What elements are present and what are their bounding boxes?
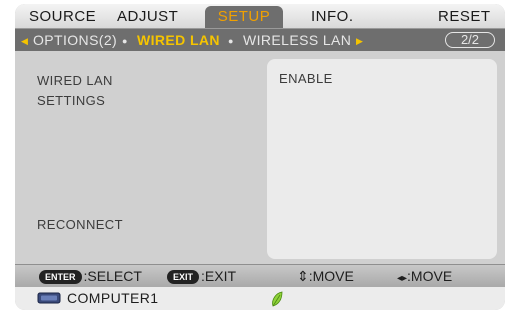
menu-content: WIRED LAN SETTINGS RECONNECT ENABLE: [15, 51, 505, 264]
help-select-label: :SELECT: [83, 268, 142, 284]
tab-info[interactable]: INFO.: [311, 6, 354, 28]
subtab-wireless-lan[interactable]: WIRELESS LAN: [243, 29, 351, 51]
help-move-label: :MOVE: [308, 268, 354, 284]
exit-key-icon: EXIT: [167, 270, 200, 285]
wired-lan-item[interactable]: WIRED LAN: [37, 73, 113, 88]
tab-source[interactable]: SOURCE: [29, 6, 96, 28]
reconnect-item[interactable]: RECONNECT: [37, 217, 123, 232]
eco-leaf-icon: [272, 291, 283, 307]
settings-item[interactable]: SETTINGS: [37, 93, 105, 108]
main-tabs: SOURCE ADJUST SETUP INFO. RESET: [15, 4, 505, 29]
right-arrow-icon[interactable]: ▶: [356, 30, 363, 52]
help-bar: ENTER:SELECT EXIT:EXIT ⇕:MOVE ◂▸:MOVE: [15, 264, 505, 287]
separator-dot-icon: ●: [228, 36, 234, 46]
separator-dot-icon: ●: [122, 36, 128, 46]
input-source-label: COMPUTER1: [67, 290, 159, 306]
sub-tabs: ◀ OPTIONS(2) ● WIRED LAN ● WIRELESS LAN …: [15, 29, 505, 51]
subtab-wired-lan[interactable]: WIRED LAN: [137, 29, 220, 51]
help-move-updown: ⇕:MOVE: [297, 268, 354, 284]
left-right-arrows-icon: ◂▸: [397, 273, 408, 284]
help-select: ENTER:SELECT: [39, 268, 142, 285]
enter-key-icon: ENTER: [39, 270, 82, 285]
tab-adjust[interactable]: ADJUST: [117, 6, 178, 28]
help-exit-label: :EXIT: [201, 268, 237, 284]
wired-lan-value: ENABLE: [279, 71, 333, 86]
subtab-options-2[interactable]: OPTIONS(2): [33, 29, 117, 51]
help-exit: EXIT:EXIT: [167, 268, 237, 285]
projector-menu: SOURCE ADJUST SETUP INFO. RESET ◀ OPTION…: [15, 4, 505, 310]
value-panel: ENABLE: [267, 59, 497, 259]
status-bar: COMPUTER1: [15, 287, 505, 310]
help-move-label: :MOVE: [407, 268, 453, 284]
tab-reset[interactable]: RESET: [438, 6, 491, 28]
tab-setup[interactable]: SETUP: [205, 6, 283, 28]
computer-icon: [37, 292, 61, 304]
help-move-leftright: ◂▸:MOVE: [397, 268, 452, 284]
page-indicator: 2/2: [445, 32, 495, 48]
up-down-arrows-icon: ⇕: [297, 268, 309, 284]
left-arrow-icon[interactable]: ◀: [21, 30, 28, 52]
